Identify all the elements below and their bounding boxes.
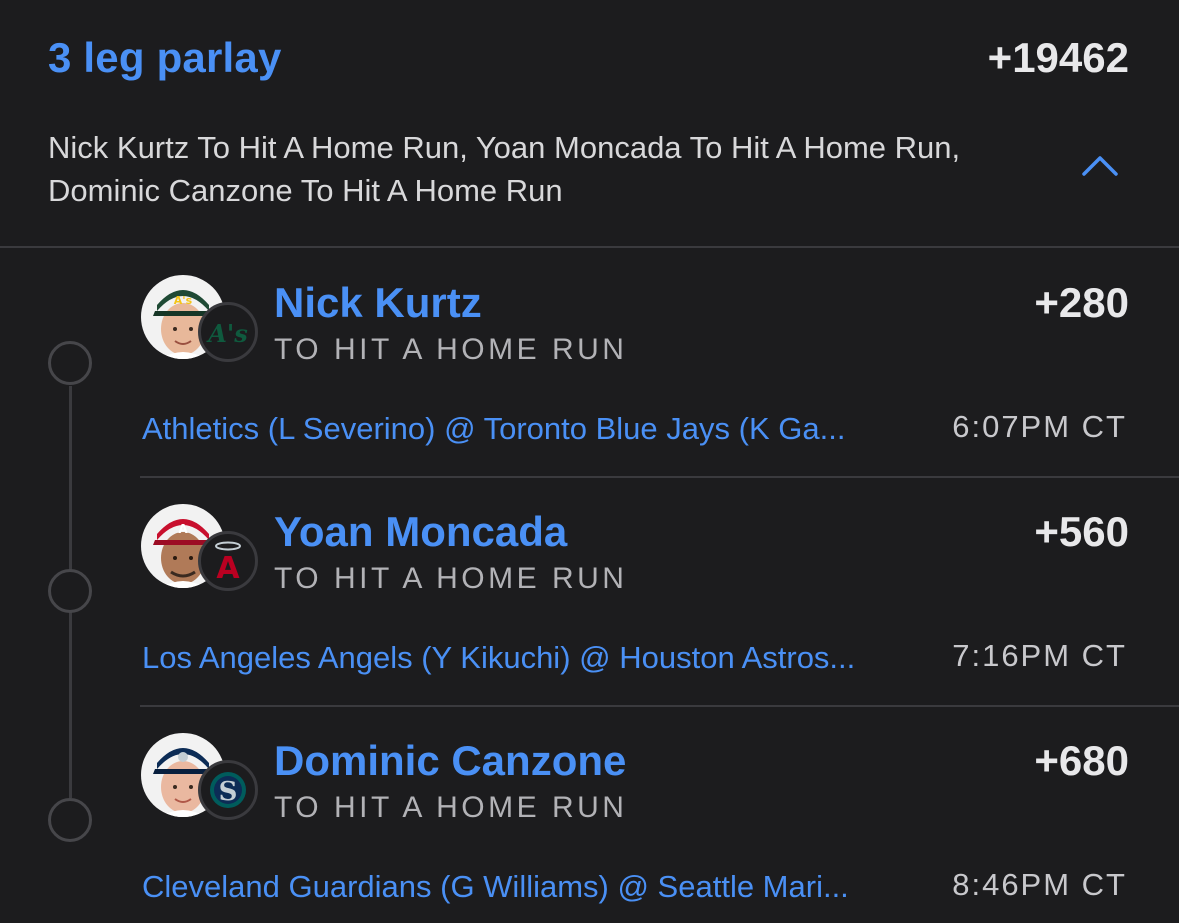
- leg-item[interactable]: S Dominic Canzone +680 TO HIT A HOME RUN…: [0, 707, 1179, 923]
- chevron-up-icon[interactable]: [1078, 148, 1122, 182]
- svg-text:A's: A's: [174, 294, 193, 307]
- market-label: TO HIT A HOME RUN: [274, 333, 628, 366]
- parlay-header[interactable]: 3 leg parlay +19462 Nick Kurtz To Hit A …: [0, 0, 1179, 248]
- matchup-link[interactable]: Los Angeles Angels (Y Kikuchi) @ Houston…: [142, 640, 932, 676]
- matchup-link[interactable]: Athletics (L Severino) @ Toronto Blue Ja…: [142, 411, 932, 447]
- athletics-logo-icon: A's: [198, 302, 258, 362]
- svg-text:A: A: [178, 522, 188, 536]
- parlay-card: 3 leg parlay +19462 Nick Kurtz To Hit A …: [0, 0, 1179, 923]
- svg-text:A's: A's: [206, 319, 248, 348]
- market-label: TO HIT A HOME RUN: [274, 791, 628, 824]
- player-name[interactable]: Nick Kurtz: [274, 279, 482, 327]
- svg-text:S: S: [219, 777, 238, 807]
- leg-item[interactable]: A's A's Nick Kurtz +280 TO HIT A HOME RU…: [0, 249, 1179, 478]
- leg-odds: +680: [1034, 737, 1129, 784]
- leg-odds: +280: [1034, 279, 1129, 326]
- game-time: 8:46PM CT: [952, 867, 1127, 902]
- svg-text:A: A: [216, 551, 240, 586]
- leg-odds: +560: [1034, 508, 1129, 555]
- market-label: TO HIT A HOME RUN: [274, 562, 628, 595]
- parlay-title: 3 leg parlay: [48, 34, 282, 81]
- leg-item[interactable]: A A Yoan Moncada +560 TO HIT A HOME RUN …: [0, 478, 1179, 707]
- angels-logo-icon: A: [198, 531, 258, 591]
- matchup-link[interactable]: Cleveland Guardians (G Williams) @ Seatt…: [142, 869, 932, 905]
- game-time: 7:16PM CT: [952, 638, 1127, 673]
- game-time: 6:07PM CT: [952, 409, 1127, 444]
- parlay-description: Nick Kurtz To Hit A Home Run, Yoan Monca…: [48, 130, 961, 208]
- player-name[interactable]: Yoan Moncada: [274, 508, 567, 556]
- parlay-odds: +19462: [987, 34, 1129, 81]
- mariners-logo-icon: S: [198, 760, 258, 820]
- player-name[interactable]: Dominic Canzone: [274, 737, 626, 785]
